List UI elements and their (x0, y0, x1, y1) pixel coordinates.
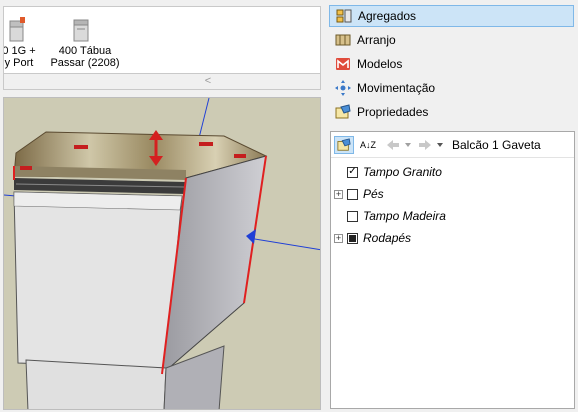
3d-viewport[interactable] (3, 97, 321, 410)
cabinet-thumbnail-icon (9, 17, 25, 42)
forward-button[interactable] (415, 136, 435, 154)
checkbox[interactable] (347, 210, 358, 222)
tree-toolbar: A↓Z Balcão 1 Gaveta (331, 132, 574, 158)
checkbox-partial[interactable] (347, 232, 358, 244)
nav-item-agregados[interactable]: Agregados (329, 5, 574, 27)
nav-label: Propriedades (357, 105, 429, 119)
nav-label: Arranjo (357, 33, 396, 47)
sort-az-icon: A↓Z (359, 139, 376, 150)
arranjo-icon (335, 32, 351, 48)
agregados-icon (336, 8, 352, 24)
tree-item-tampo-granito[interactable]: ✓ Tampo Granito (334, 163, 442, 181)
current-component-label: Balcão 1 Gaveta (452, 138, 541, 152)
tree-item-label: Pés (363, 187, 384, 201)
tree-item-tampo-madeira[interactable]: Tampo Madeira (334, 207, 446, 225)
library-item-caption: 400 Tábua Passar (2208) (50, 45, 120, 69)
library-item-caption: 0 1G + y Port (4, 45, 36, 69)
movimentacao-icon (335, 80, 351, 96)
forward-dropdown-button[interactable] (435, 136, 445, 154)
back-dropdown-button[interactable] (403, 136, 413, 154)
properties-toggle-button[interactable] (334, 136, 354, 154)
properties-icon (337, 138, 351, 151)
nav-label: Movimentação (357, 81, 436, 95)
library-item[interactable]: 0 1G + y Port (4, 11, 54, 73)
back-button[interactable] (383, 136, 403, 154)
scroll-left-arrow-icon[interactable]: < (200, 74, 216, 89)
tree-item-label: Rodapés (363, 231, 412, 245)
nav-item-modelos[interactable]: Modelos (329, 53, 574, 75)
checkbox[interactable]: ✓ (347, 166, 358, 178)
chevron-down-icon (437, 143, 443, 147)
library-panel: 0 1G + y Port 400 Tábua Passar (2208) (3, 6, 321, 74)
side-panel: Agregados Arranjo Modelos Movimentação P… (327, 0, 578, 412)
nav-item-arranjo[interactable]: Arranjo (329, 29, 574, 51)
expand-icon[interactable]: + (334, 233, 343, 243)
chevron-down-icon (405, 143, 411, 147)
arrow-left-icon (387, 140, 399, 150)
tree-item-label: Tampo Granito (363, 165, 442, 179)
nav-label: Agregados (358, 9, 417, 23)
cabinet-3d-model (4, 98, 320, 409)
component-tree-panel: A↓Z Balcão 1 Gaveta ✓ Tampo Granito + Pé… (330, 131, 575, 409)
nav-label: Modelos (357, 57, 403, 71)
propriedades-icon (335, 104, 351, 120)
cabinet-thumbnail-icon (73, 19, 89, 42)
nav-item-movimentacao[interactable]: Movimentação (329, 77, 574, 99)
library-scrollbar[interactable]: < (3, 74, 321, 90)
library-item[interactable]: 400 Tábua Passar (2208) (50, 11, 120, 73)
tree-item-label: Tampo Madeira (363, 209, 446, 223)
expand-icon[interactable]: + (334, 189, 343, 199)
tree-item-rodapes[interactable]: + Rodapés (334, 229, 411, 247)
nav-item-propriedades[interactable]: Propriedades (329, 101, 574, 123)
modelos-icon (335, 56, 351, 72)
sort-az-button[interactable]: A↓Z (359, 136, 377, 154)
arrow-right-icon (419, 140, 431, 150)
tree-item-pes[interactable]: + Pés (334, 185, 384, 203)
checkbox[interactable] (347, 188, 358, 200)
